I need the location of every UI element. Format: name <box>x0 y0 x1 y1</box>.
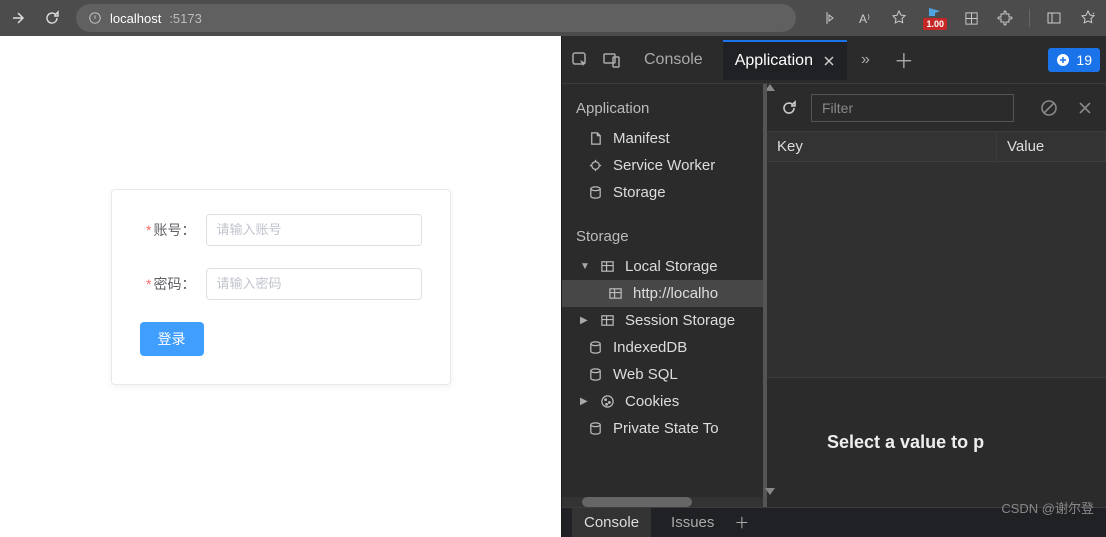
sidebar-section-storage: Storage <box>562 224 763 253</box>
filter-input[interactable] <box>811 94 1014 122</box>
extension-grid-icon[interactable] <box>961 8 981 28</box>
add-tab-icon[interactable]: ＋ <box>884 45 924 74</box>
storage-preview-pane: Select a value to p <box>767 377 1106 507</box>
login-card: *账号： *密码： 登录 <box>111 189 451 385</box>
toolbar-divider <box>1029 9 1030 27</box>
sidebar-item-storage-overview[interactable]: Storage <box>562 179 763 206</box>
login-button[interactable]: 登录 <box>140 322 204 356</box>
sidebar-item-cookies[interactable]: ▶Cookies <box>562 388 763 415</box>
storage-toolbar <box>767 84 1106 132</box>
extensions-puzzle-icon[interactable] <box>995 8 1015 28</box>
device-toggle-icon[interactable] <box>600 48 624 72</box>
column-value[interactable]: Value <box>997 132 1106 161</box>
password-label: *密码： <box>140 274 196 294</box>
inspect-element-icon[interactable] <box>568 48 592 72</box>
url-host: localhost <box>110 11 161 26</box>
watermark-text: CSDN @谢尔登 <box>1001 498 1094 517</box>
tab-console[interactable]: Console <box>632 39 715 81</box>
address-bar[interactable]: localhost :5173 <box>76 4 796 32</box>
sidebar-panel-icon[interactable] <box>1044 8 1064 28</box>
application-sidebar[interactable]: Application Manifest Service Worker Stor… <box>562 84 767 507</box>
devtools-tabstrip: Console Application » ＋ 19 <box>562 36 1106 84</box>
drawer-add-tab-icon[interactable]: ＋ <box>734 512 749 533</box>
sidebar-item-local-storage-origin[interactable]: http://localho <box>562 280 763 307</box>
sidebar-item-websql[interactable]: Web SQL <box>562 361 763 388</box>
storage-content-panel: Key Value Select a value to p <box>767 84 1106 507</box>
url-port: :5173 <box>169 11 202 26</box>
sidebar-item-local-storage[interactable]: ▼Local Storage <box>562 253 763 280</box>
devtools-panel: Console Application » ＋ 19 Application M… <box>561 36 1106 537</box>
sidebar-item-session-storage[interactable]: ▶Session Storage <box>562 307 763 334</box>
browser-toolbar: localhost :5173 A⁾ 1.00 <box>0 0 1106 36</box>
sync-icon[interactable] <box>821 8 841 28</box>
refresh-button[interactable] <box>42 8 62 28</box>
chevron-right-icon[interactable]: ▶ <box>580 315 590 326</box>
more-tabs-chevron-icon[interactable]: » <box>855 51 876 69</box>
drawer-tab-issues[interactable]: Issues <box>671 514 714 531</box>
forward-button[interactable] <box>8 8 28 28</box>
favorite-star-icon[interactable] <box>889 8 909 28</box>
sidebar-scrollbar-horizontal[interactable] <box>562 497 763 507</box>
flag-badge-icon[interactable]: 1.00 <box>923 7 947 30</box>
svg-text:A⁾: A⁾ <box>859 12 870 26</box>
badge-value: 1.00 <box>923 18 947 30</box>
sidebar-section-application: Application <box>562 96 763 125</box>
drawer-tab-console[interactable]: Console <box>572 508 651 537</box>
read-aloud-icon[interactable]: A⁾ <box>855 8 875 28</box>
tab-application[interactable]: Application <box>723 40 847 80</box>
storage-table-header: Key Value <box>767 132 1106 162</box>
chevron-right-icon[interactable]: ▶ <box>580 396 590 407</box>
splitter-collapse-down-icon[interactable] <box>765 488 775 495</box>
account-input[interactable] <box>206 214 422 246</box>
close-icon[interactable] <box>823 55 835 67</box>
password-input[interactable] <box>206 268 422 300</box>
page-viewport: *账号： *密码： 登录 <box>0 36 561 537</box>
delete-selected-icon[interactable] <box>1074 97 1096 119</box>
sidebar-item-private-state-tokens[interactable]: Private State To <box>562 415 763 442</box>
storage-table-body[interactable] <box>767 162 1106 377</box>
sidebar-item-indexeddb[interactable]: IndexedDB <box>562 334 763 361</box>
chevron-down-icon[interactable]: ▼ <box>580 261 590 272</box>
sidebar-item-manifest[interactable]: Manifest <box>562 125 763 152</box>
collections-icon[interactable] <box>1078 8 1098 28</box>
sidebar-item-service-workers[interactable]: Service Worker <box>562 152 763 179</box>
refresh-storage-icon[interactable] <box>777 96 801 120</box>
issues-badge[interactable]: 19 <box>1048 48 1100 72</box>
account-label: *账号： <box>140 220 196 240</box>
column-key[interactable]: Key <box>767 132 997 161</box>
clear-all-icon[interactable] <box>1038 97 1060 119</box>
